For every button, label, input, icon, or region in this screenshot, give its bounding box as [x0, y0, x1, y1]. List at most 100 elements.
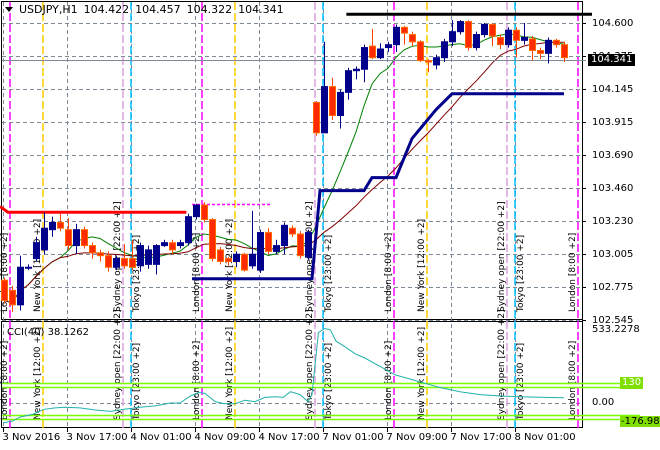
candle-bullish — [505, 29, 512, 46]
candle-bearish — [289, 227, 296, 235]
cci-min-value: -176.9836 — [620, 416, 660, 427]
cci-title: CCI(40) 38.1262 — [7, 327, 89, 338]
candle-bullish — [305, 232, 312, 258]
price-tick-label: 104.145 — [592, 83, 634, 95]
main-plot-frame — [1, 1, 583, 320]
session-label-newyork: New York [12:00 +2] — [33, 327, 43, 420]
candle-bullish — [273, 245, 280, 252]
candle-bearish — [313, 101, 320, 134]
candle-bearish — [265, 232, 272, 252]
candle-bearish — [529, 38, 536, 51]
cci-line — [3, 327, 565, 424]
candle-bullish — [337, 91, 344, 116]
cci-min-label: -176.9836 — [620, 416, 660, 428]
candle-bullish — [441, 41, 448, 59]
candle-bearish — [89, 245, 96, 254]
time-tick-label: 4 Nov 17:00 — [258, 432, 320, 443]
price-tick-label: 103.005 — [592, 248, 634, 260]
time-tick-label: 3 Nov 2016 — [2, 432, 61, 443]
close-price: 104.341 — [238, 3, 284, 16]
candle-bearish — [209, 219, 216, 260]
candle-bullish — [73, 229, 80, 247]
candle-bearish — [513, 29, 520, 41]
price-chart[interactable]: London [8:00 +2] London [8:00 +2] London [… — [0, 0, 660, 450]
resistance-line — [0, 205, 187, 214]
time-tick-label: 3 Nov 17:00 — [66, 432, 128, 443]
candle-bearish — [105, 255, 112, 268]
chart-header: USDJPY,H1 104.422 104.457 104.322 104.34… — [5, 3, 284, 16]
session-label-tokyo: Tokyo [23:00 +2] — [516, 235, 526, 313]
time-tick-label: 8 Nov 01:00 — [514, 432, 576, 443]
candle-bearish — [129, 258, 136, 268]
cci-zero-label: 0.00 — [592, 397, 615, 408]
support-line — [192, 92, 564, 281]
candle-bearish — [9, 289, 16, 306]
candle-bullish — [281, 224, 288, 247]
candle-bullish — [193, 204, 200, 218]
symbol-label: USDJPY,H1 — [19, 3, 78, 16]
session-label-newyork: New York [12:00 +2] — [225, 327, 235, 420]
low-price: 104.322 — [186, 3, 233, 16]
candle-bullish — [153, 245, 160, 265]
session-label-tokyo: Tokyo [23:00 +2] — [324, 235, 334, 313]
candle-bearish — [489, 23, 496, 37]
candle-bullish — [345, 70, 352, 93]
candle-bullish — [249, 253, 256, 267]
candle-bearish — [201, 204, 208, 221]
candle-bullish — [257, 232, 264, 271]
time-tick-label: 7 Nov 09:00 — [386, 432, 448, 443]
candle-bullish — [473, 34, 480, 49]
price-tick-label: 103.915 — [592, 116, 634, 128]
candle-bullish — [481, 23, 488, 36]
session-label-london: London [8:00 +2] — [192, 341, 202, 420]
candle-bullish — [49, 221, 56, 231]
candle-bearish — [417, 41, 424, 62]
candle-bearish — [225, 258, 232, 262]
session-label-sydney: Sydney open [22:00 +2] — [113, 201, 123, 312]
candle-bullish — [113, 258, 120, 268]
candle-bearish — [537, 49, 544, 54]
price-tick-label: 104.600 — [592, 17, 634, 29]
candle-bearish — [65, 229, 72, 247]
candle-bullish — [353, 68, 360, 72]
session-label-london: London [8:00 +2] — [384, 341, 394, 420]
collapse-triangle-icon[interactable] — [5, 7, 13, 12]
candle-bearish — [297, 233, 304, 257]
price-tick-label: 103.690 — [592, 149, 634, 161]
candle-bearish — [57, 221, 64, 229]
session-label-tokyo: Tokyo [23:00 +2] — [132, 343, 142, 421]
time-tick-label: 4 Nov 09:00 — [194, 432, 256, 443]
open-price: 104.422 — [83, 3, 130, 16]
candle-bullish — [385, 44, 392, 49]
candle-bearish — [121, 258, 128, 267]
candle-bearish — [425, 60, 432, 63]
candle-bullish — [545, 39, 552, 54]
candle-bullish — [137, 245, 144, 267]
candle-bullish — [233, 253, 240, 262]
fast-ma-line — [3, 33, 565, 304]
candle-bearish — [217, 249, 224, 262]
candle-bullish — [17, 266, 24, 306]
candle-bearish — [1, 279, 8, 301]
candle-bullish — [321, 86, 328, 134]
cci-upper-level-label: 130 — [620, 377, 644, 389]
session-label-newyork: New York [12:00 +2] — [417, 219, 427, 312]
candle-bullish — [161, 242, 168, 247]
candle-bearish — [497, 36, 504, 46]
candle-bullish — [25, 266, 32, 269]
candle-bearish — [369, 45, 376, 59]
price-tick-label: 102.775 — [592, 281, 634, 293]
current-price-label: 104.341 — [588, 54, 636, 66]
candle-bearish — [401, 26, 408, 34]
candle-bearish — [409, 34, 416, 43]
candle-bullish — [33, 242, 40, 260]
candle-bullish — [185, 216, 192, 244]
session-label-newyork: New York [12:00 +2] — [225, 219, 235, 312]
time-tick-label: 4 Nov 01:00 — [130, 432, 192, 443]
candle-bearish — [329, 86, 336, 116]
session-label-london: London [8:00 +2] — [0, 341, 10, 420]
candle-bullish — [433, 57, 440, 66]
candle-bullish — [41, 227, 48, 251]
session-label-london: London [8:00 +2] — [568, 233, 578, 312]
candle-bullish — [457, 21, 464, 33]
